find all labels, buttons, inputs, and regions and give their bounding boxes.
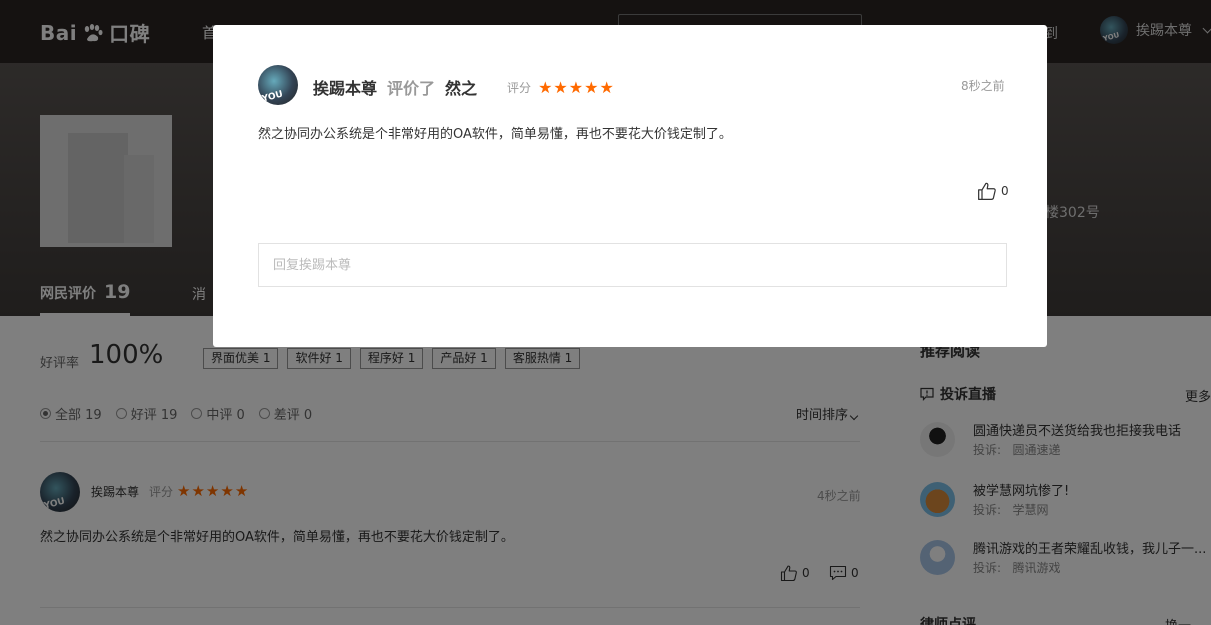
modal-header: 挨踢本尊 评价了 然之 评分 ★ ★ ★ ★ ★ xyxy=(313,75,614,99)
review-verb: 评价了 xyxy=(387,79,436,98)
like-count: 0 xyxy=(1001,184,1009,198)
star-icon: ★ xyxy=(568,77,584,97)
review-detail-modal: YOU 挨踢本尊 评价了 然之 评分 ★ ★ ★ ★ ★ 8秒之前 然之协同办公系统是个… xyxy=(213,25,1047,347)
review-text: 然之协同办公系统是个非常好用的OA软件，简单易懂，再也不要花大价钱定制了。 xyxy=(258,127,732,142)
star-icon: ★ xyxy=(538,77,553,97)
star-icon: ★ xyxy=(584,77,599,97)
reply-input[interactable] xyxy=(258,243,1007,287)
reviewer-name[interactable]: 挨踢本尊 xyxy=(313,75,377,99)
star-icon: ★ xyxy=(553,77,568,97)
thumbs-up-icon xyxy=(978,182,996,200)
like-button[interactable]: 0 xyxy=(977,181,1009,201)
shop-name[interactable]: 然之 xyxy=(445,75,477,99)
star-rating: ★★★★★ xyxy=(538,78,614,97)
review-time: 8秒之前 xyxy=(961,79,1005,93)
star-icon: ★ xyxy=(599,77,614,97)
reviewer-avatar[interactable]: YOU xyxy=(258,65,298,105)
score-label: 评分 xyxy=(507,80,532,95)
